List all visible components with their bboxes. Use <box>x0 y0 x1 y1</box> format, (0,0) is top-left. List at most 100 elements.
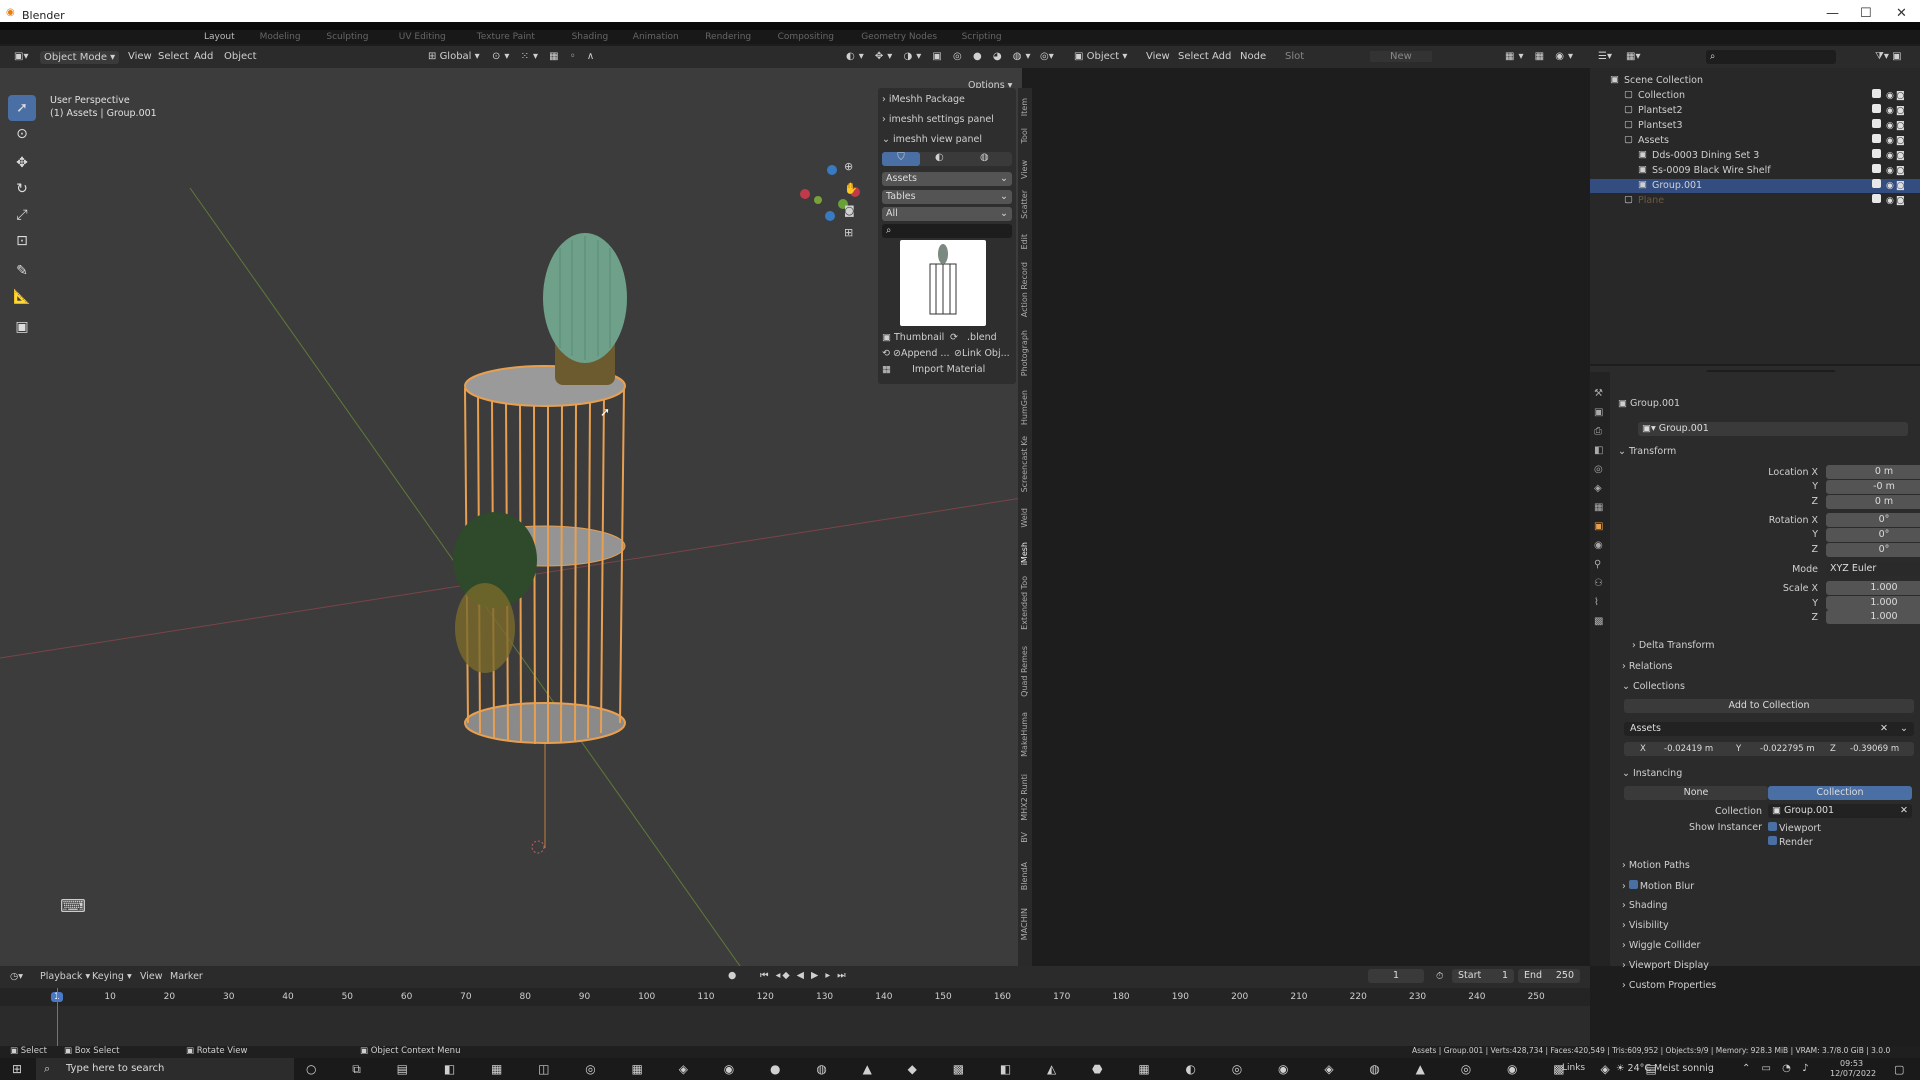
visibility-toggles[interactable]: ◉ ◙ <box>1872 89 1906 101</box>
rotation-z-field[interactable]: 0° <box>1826 543 1920 557</box>
thumbnail-button[interactable]: ▣ Thumbnail <box>882 332 944 343</box>
node-menu-view[interactable]: View <box>1146 51 1170 62</box>
rotation-mode-dropdown[interactable]: XYZ Euler⌄ <box>1826 562 1920 576</box>
panel-imeshh-view[interactable]: ⌄ imeshh view panel <box>882 134 982 145</box>
gizmo-toggles[interactable]: ◐▾ ✥▾ ◑▾ ▣ ◎ ● ◕ ◍▾ <box>846 51 1035 62</box>
section-transform[interactable]: ⌄ Transform <box>1618 446 1676 457</box>
blend-button[interactable]: ⟳ .blend <box>950 332 997 343</box>
timeline-menu-marker[interactable]: Marker <box>170 971 203 982</box>
new-material-button[interactable]: New <box>1370 51 1432 62</box>
tab-models-icon[interactable]: ⛉ <box>882 152 920 166</box>
snap-tools[interactable]: ⊙▾ ⁙▾ ▦ ◦ ∧ <box>492 51 598 62</box>
outliner-item[interactable]: ▣ Scene Collection <box>1590 74 1920 88</box>
properties-section[interactable]: › Visibility <box>1622 920 1669 931</box>
properties-tab-icon[interactable]: ◧ <box>1594 445 1603 456</box>
visibility-toggles[interactable]: ◉ ◙ <box>1872 104 1906 116</box>
notification-icon[interactable]: ▢ <box>1894 1063 1904 1076</box>
timeline-editor-icon[interactable]: ◷▾ <box>10 971 23 982</box>
properties-tab-icon[interactable]: ◈ <box>1594 483 1602 494</box>
sidebar-tab[interactable]: MACHIN <box>1020 908 1032 940</box>
sidebar-tab[interactable]: Extended Too <box>1020 576 1032 630</box>
menu-view[interactable]: View <box>128 51 152 62</box>
sidebar-tab[interactable]: Quad Remes <box>1020 646 1032 697</box>
minimize-button[interactable]: — <box>1826 6 1839 21</box>
properties-tab-icon[interactable]: ⚇ <box>1594 578 1603 589</box>
timeline-menu-view[interactable]: View <box>140 971 163 982</box>
filter-icon[interactable]: ⧩▾ ▣ <box>1875 51 1902 62</box>
sidebar-tab[interactable]: HumGen <box>1020 390 1032 425</box>
sidebar-tab[interactable]: Item <box>1020 98 1032 116</box>
sidebar-tab[interactable]: Edit <box>1020 234 1032 250</box>
properties-section[interactable]: › Shading <box>1622 900 1667 911</box>
properties-section[interactable]: › Motion Paths <box>1622 860 1690 871</box>
preview-range-icon[interactable]: ⏱ <box>1436 971 1443 982</box>
grid-icon[interactable]: ⊞ <box>844 226 853 239</box>
outliner-item[interactable]: ▢ Plane ◉ ◙ <box>1590 194 1920 208</box>
sidebar-tab[interactable]: BlendA <box>1020 862 1032 890</box>
instancing-collection-button[interactable]: Collection <box>1768 786 1912 800</box>
mode-dropdown[interactable]: Object Mode ▾ <box>40 51 120 64</box>
current-frame-field[interactable]: 1 <box>1368 969 1424 983</box>
sidebar-tab[interactable]: Tool <box>1020 128 1032 144</box>
3d-viewport[interactable]: ➚ User Perspective (1) Assets | Group.00… <box>0 68 1022 966</box>
menu-select[interactable]: Select <box>158 51 189 62</box>
sidebar-tab[interactable]: Action Record <box>1020 262 1032 317</box>
workspace-tab[interactable]: Shading <box>572 32 609 42</box>
location-y-field[interactable]: -0 m <box>1826 480 1920 494</box>
section-delta-transform[interactable]: › Delta Transform <box>1632 640 1714 651</box>
location-z-field[interactable]: 0 m <box>1826 495 1920 509</box>
workspace-tab[interactable]: Modeling <box>260 32 301 42</box>
sidebar-tab[interactable]: iMesh <box>1020 542 1032 565</box>
import-material-button[interactable]: ▦ Import Material <box>882 364 985 375</box>
section-relations[interactable]: › Relations <box>1622 661 1672 672</box>
offset-x-field[interactable]: -0.02419 m <box>1664 742 1713 756</box>
end-frame-field[interactable]: End 250 <box>1518 969 1580 983</box>
instance-collection-field[interactable]: ▣ Group.001 ✕ <box>1768 804 1912 818</box>
transform-orientation[interactable]: ⊞ Global ▾ <box>428 51 480 62</box>
sidebar-tab[interactable]: View <box>1020 160 1032 179</box>
taskbar-search-box[interactable]: ⌕ Type here to search <box>36 1058 294 1080</box>
workspace-tab[interactable]: Compositing <box>778 32 834 42</box>
show-render-checkbox[interactable]: Render <box>1768 836 1813 848</box>
visibility-toggles[interactable]: ◉ ◙ <box>1872 164 1906 176</box>
zoom-icon[interactable]: ⊕ <box>844 160 853 173</box>
outliner-item[interactable]: ▣ Dds-0003 Dining Set 3 ◉ ◙ <box>1590 149 1920 163</box>
annotate-tool-icon[interactable]: ✎ <box>8 258 36 284</box>
properties-section[interactable]: › Viewport Display <box>1622 960 1709 971</box>
asset-thumbnail[interactable] <box>900 240 986 326</box>
subcategory-dropdown[interactable]: Tables ⌄ <box>882 190 1012 204</box>
outliner-item[interactable]: ▢ Collection ◉ ◙ <box>1590 89 1920 103</box>
link-button[interactable]: ⊘Link Obj... <box>954 348 1010 359</box>
taskbar-app-icons[interactable]: ○ ⧉ ▤ ◧ ▦ ◫ ◎ ▦ ◈ ◉ ● ◍ ▲ ◆ ▩ ◧ ◭ ⬣ ▦ ◐ … <box>306 1062 1673 1077</box>
category-dropdown[interactable]: Assets ⌄ <box>882 172 1012 186</box>
location-x-field[interactable]: 0 m <box>1826 465 1920 479</box>
panel-imeshh-settings[interactable]: › imeshh settings panel <box>882 114 994 125</box>
workspace-tab[interactable]: Rendering <box>705 32 751 42</box>
tab-hdri-icon[interactable]: ◍ <box>980 152 989 163</box>
append-button[interactable]: ⟲ ⊘Append ... <box>882 348 950 359</box>
visibility-toggles[interactable]: ◉ ◙ <box>1872 149 1906 161</box>
rotate-tool-icon[interactable]: ↻ <box>8 176 36 202</box>
menu-add[interactable]: Add <box>194 51 213 62</box>
workspace-tab[interactable]: Scripting <box>962 32 1002 42</box>
maximize-button[interactable]: ☐ <box>1860 6 1872 21</box>
sidebar-tab[interactable]: MakeHuma <box>1020 712 1032 757</box>
workspace-tab[interactable]: Sculpting <box>326 32 368 42</box>
tab-materials-icon[interactable]: ◐ <box>935 152 944 163</box>
properties-section[interactable]: › Wiggle Collider <box>1622 940 1700 951</box>
properties-tab-icon[interactable]: ⚒ <box>1594 388 1603 399</box>
cursor-tool-icon[interactable]: ⊙ <box>8 121 36 147</box>
scale-tool-icon[interactable]: ⤢ <box>8 202 36 228</box>
offset-z-field[interactable]: -0.39069 m <box>1850 742 1899 756</box>
scale-y-field[interactable]: 1.000 <box>1826 596 1920 610</box>
add-to-collection-button[interactable]: Add to Collection <box>1624 699 1914 713</box>
properties-tab-icon[interactable]: ◎ <box>1594 464 1603 475</box>
display-mode-icon[interactable]: ▦▾ <box>1626 51 1640 62</box>
add-cube-tool-icon[interactable]: ▣ <box>8 314 36 340</box>
weather-widget[interactable]: ☀ 24°C Meist sonnig <box>1616 1063 1714 1074</box>
visibility-toggles[interactable]: ◉ ◙ <box>1872 134 1906 146</box>
sidebar-tab[interactable]: MHX2 Runti <box>1020 774 1032 821</box>
timeline-menu-keying[interactable]: Keying ▾ <box>92 971 132 982</box>
workspace-tab[interactable]: Geometry Nodes <box>861 32 937 42</box>
visibility-toggles[interactable]: ◉ ◙ <box>1872 194 1906 206</box>
